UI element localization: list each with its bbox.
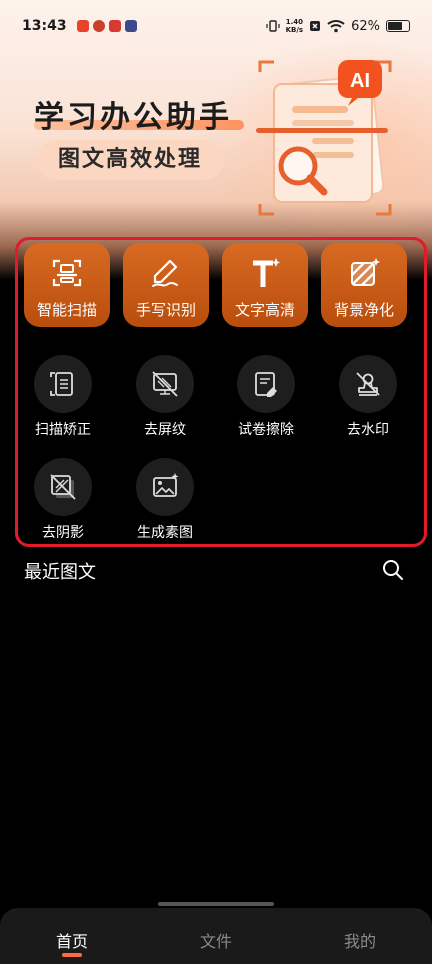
net-speed: 1.40 KB/s [286,18,303,34]
handwriting-recognition-button[interactable]: 手写识别 [123,243,209,327]
tab-files[interactable]: 文件 [144,908,288,964]
tab-me[interactable]: 我的 [288,908,432,964]
app-screen: 13:43 1.40 KB/s 62% 学习办公助手 图文高效处理 AI 智能扫… [0,0,432,964]
recent-section-title: 最近图文 [24,562,96,583]
handwriting-recognition-label: 手写识别 [135,301,196,319]
net-speed-unit: KB/s [285,26,304,34]
scan-correct-button[interactable]: 扫描矫正 [17,355,109,439]
scan-icon [52,259,82,287]
banner-title: 学习办公助手 [34,100,232,135]
document-scan-illustration: AI [256,60,392,216]
text-enhance-label: 文字高清 [234,301,295,319]
vibrate-icon [266,20,280,32]
remove-shadow-label: 去阴影 [42,525,84,541]
tab-active-indicator [62,953,82,957]
remove-shadow-icon [50,474,76,500]
scan-correct-label: 扫描矫正 [35,422,91,438]
erase-paper-label: 试卷擦除 [238,422,294,438]
ai-badge: AI [350,70,370,92]
scan-correct-icon [50,372,73,396]
search-icon[interactable] [382,559,404,581]
background-clean-button[interactable]: 背景净化 [321,243,407,327]
tab-files-label: 文件 [199,932,232,951]
notification-app-icon [92,20,105,32]
notification-app-icon [108,20,121,32]
remove-watermark-icon [356,372,380,396]
home-indicator [158,902,274,906]
battery-icon [386,20,410,32]
remove-watermark-label: 去水印 [347,422,389,438]
wifi-icon [327,20,345,33]
smart-scan-label: 智能扫描 [36,301,97,319]
remove-watermark-button[interactable]: 去水印 [322,355,414,439]
tab-home[interactable]: 首页 [0,908,144,964]
sim-off-icon [310,21,321,31]
background-clean-label: 背景净化 [333,301,394,319]
remove-moire-label: 去屏纹 [144,422,186,438]
pen-icon [152,259,178,287]
background-clean-icon [351,258,380,286]
status-bar: 13:43 1.40 KB/s 62% [0,0,432,52]
tab-home-label: 首页 [55,932,88,951]
smart-scan-button[interactable]: 智能扫描 [24,243,110,327]
bottom-tab-bar: 首页 文件 我的 [0,908,432,964]
net-speed-value: 1.40 [285,18,303,26]
remove-shadow-button[interactable]: 去阴影 [17,458,109,542]
remove-moire-icon [152,371,178,397]
generate-image-button[interactable]: 生成素图 [119,458,211,542]
remove-moire-button[interactable]: 去屏纹 [119,355,211,439]
battery-percent: 62% [351,18,380,34]
generate-image-label: 生成素图 [137,525,193,541]
status-time: 13:43 [22,18,67,34]
text-enhance-button[interactable]: 文字高清 [222,243,308,327]
generate-image-icon [153,473,179,497]
erase-paper-button[interactable]: 试卷擦除 [220,355,312,439]
notification-play-icon [124,20,137,32]
status-right: 1.40 KB/s 62% [266,18,410,34]
banner-subtitle: 图文高效处理 [36,140,224,180]
tab-me-label: 我的 [343,932,376,951]
text-enhance-icon [253,258,280,287]
notification-app-icon [76,20,89,32]
erase-paper-icon [255,372,277,397]
